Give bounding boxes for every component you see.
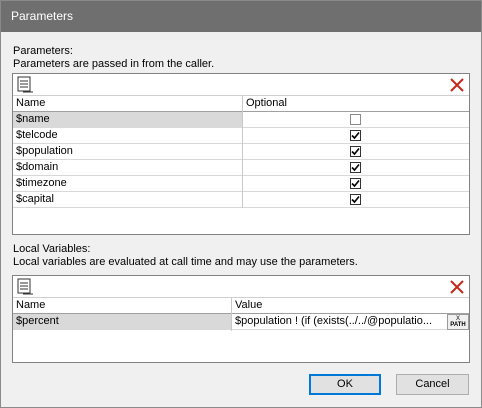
title-bar[interactable]: Parameters	[1, 1, 481, 32]
parameter-name-cell[interactable]: $telcode	[13, 128, 243, 144]
local-variables-panel: Name Value $percent $population ! (if (e…	[12, 275, 470, 363]
checkmark-icon	[351, 147, 360, 156]
optional-checkbox[interactable]	[350, 178, 361, 189]
parameters-description: Parameters are passed in from the caller…	[13, 58, 215, 70]
checkmark-icon	[351, 163, 360, 172]
cancel-button[interactable]: Cancel	[396, 374, 469, 395]
xpath-icon-path: PATH	[450, 322, 466, 328]
table-row[interactable]: $population	[13, 144, 469, 160]
variable-value-cell[interactable]: $population ! (if (exists(../../@populat…	[232, 314, 447, 330]
table-row[interactable]: $percent $population ! (if (exists(../..…	[13, 314, 469, 330]
local-variables-heading: Local Variables:	[13, 243, 91, 255]
table-row[interactable]: $name	[13, 112, 469, 128]
parameter-name-cell[interactable]: $capital	[13, 192, 243, 208]
parameters-heading: Parameters:	[13, 45, 73, 57]
window-title: Parameters	[11, 9, 74, 23]
table-row[interactable]: $timezone	[13, 176, 469, 192]
parameters-rows: $name $telcode $population $domain $timezone…	[13, 112, 469, 208]
parameter-name-cell[interactable]: $timezone	[13, 176, 243, 192]
local-variables-header-row: Name Value	[13, 298, 469, 314]
column-header-value[interactable]: Value	[232, 298, 262, 314]
table-row[interactable]: $capital	[13, 192, 469, 208]
local-variables-table: Name Value $percent $population ! (if (e…	[13, 298, 469, 331]
parameter-name-cell[interactable]: $domain	[13, 160, 243, 176]
parameters-dialog: Parameters Parameters: Parameters are pa…	[0, 0, 482, 408]
parameters-header-row: Name Optional	[13, 96, 469, 112]
optional-checkbox[interactable]	[350, 162, 361, 173]
column-header-name[interactable]: Name	[13, 298, 232, 314]
add-row-icon[interactable]	[16, 278, 34, 296]
column-divider	[242, 96, 243, 208]
local-variables-description: Local variables are evaluated at call ti…	[13, 256, 358, 268]
parameters-toolbar	[13, 74, 469, 96]
column-header-optional[interactable]: Optional	[243, 96, 287, 112]
column-divider	[231, 298, 232, 331]
delete-icon[interactable]	[449, 279, 465, 295]
delete-icon[interactable]	[449, 77, 465, 93]
add-row-icon[interactable]	[16, 76, 34, 94]
ok-button[interactable]: OK	[309, 374, 381, 395]
checkmark-icon	[351, 179, 360, 188]
optional-checkbox[interactable]	[350, 194, 361, 205]
table-row[interactable]: $telcode	[13, 128, 469, 144]
optional-checkbox[interactable]	[350, 114, 361, 125]
optional-checkbox[interactable]	[350, 146, 361, 157]
table-row[interactable]: $domain	[13, 160, 469, 176]
local-variables-toolbar	[13, 276, 469, 298]
parameters-table: Name Optional $name $telcode $population $d…	[13, 96, 469, 208]
variable-name-cell[interactable]: $percent	[13, 314, 232, 330]
checkmark-icon	[351, 195, 360, 204]
parameter-name-cell[interactable]: $population	[13, 144, 243, 160]
column-header-name[interactable]: Name	[13, 96, 243, 112]
xpath-builder-button[interactable]: X PATH	[447, 314, 469, 330]
checkmark-icon	[351, 131, 360, 140]
parameter-name-cell[interactable]: $name	[13, 112, 243, 128]
optional-checkbox[interactable]	[350, 130, 361, 141]
parameters-panel: Name Optional $name $telcode $population $d…	[12, 73, 470, 235]
